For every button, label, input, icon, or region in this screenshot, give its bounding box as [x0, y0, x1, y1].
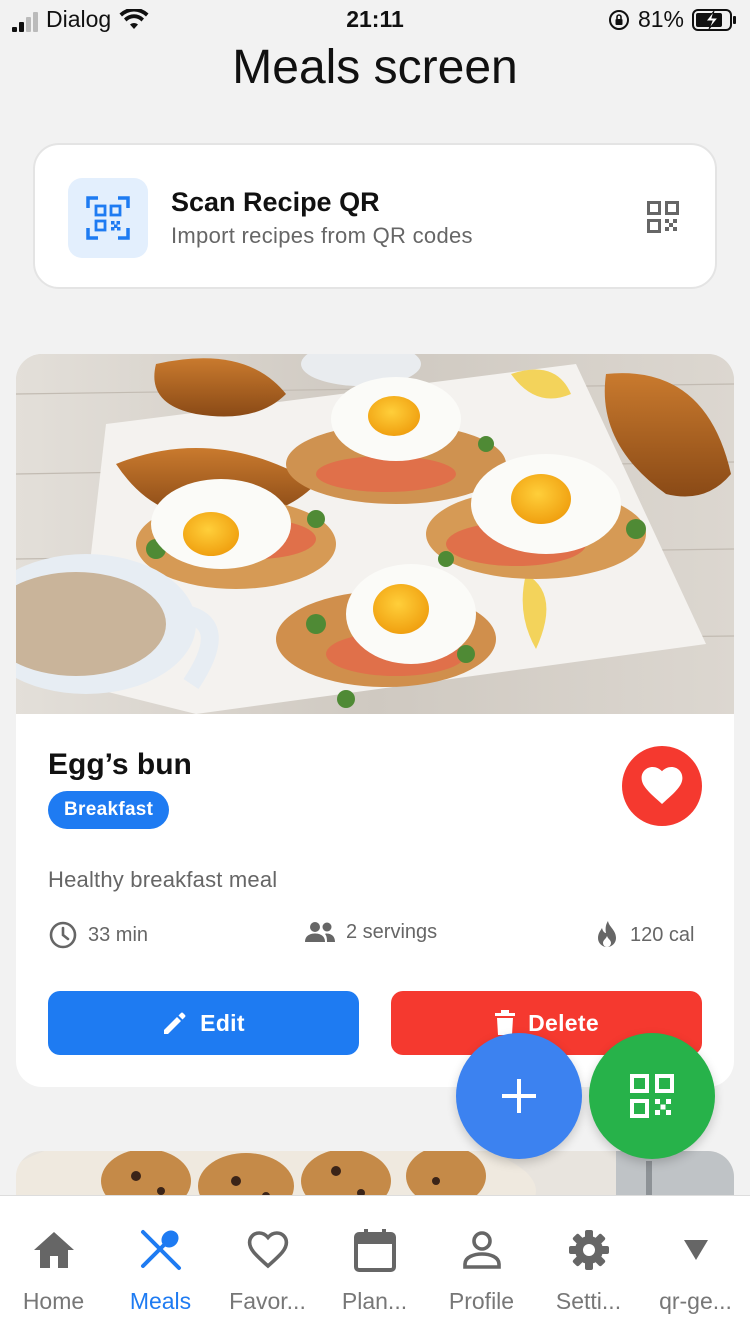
qr-scan-fab[interactable]: [589, 1033, 715, 1159]
category-badge: Breakfast: [48, 791, 170, 829]
tab-label: Favor...: [229, 1288, 306, 1314]
meal-description: Healthy breakfast meal: [48, 867, 278, 892]
person-icon: [428, 1226, 535, 1274]
battery-charging-icon: [692, 8, 736, 31]
qr-card-title: Scan Recipe QR: [171, 187, 380, 217]
tab-favorites[interactable]: Favor...: [214, 1196, 321, 1334]
delete-label: Delete: [528, 1009, 599, 1036]
qr-code-icon: [630, 1074, 674, 1118]
bottom-tab-bar: Home Meals Favor... Plan... Profile Sett…: [0, 1195, 750, 1334]
tab-label: Plan...: [341, 1288, 408, 1314]
add-meal-fab[interactable]: [456, 1033, 582, 1159]
prep-time-value: 33 min: [88, 923, 149, 946]
tab-settings[interactable]: Setti...: [535, 1196, 642, 1334]
tab-label: Setti...: [555, 1288, 622, 1314]
tab-meals[interactable]: Meals: [107, 1196, 214, 1334]
tab-planner[interactable]: Plan...: [321, 1196, 428, 1334]
status-right: 81%: [608, 6, 738, 33]
meal-image: [16, 354, 734, 714]
meal-name: Egg’s bun: [48, 748, 192, 781]
meal-card[interactable]: Egg’s bun Breakfast Healthy breakfast me…: [16, 354, 734, 1087]
servings: 2 servings: [304, 920, 437, 944]
edit-button[interactable]: Edit: [48, 991, 359, 1055]
gear-icon: [535, 1226, 642, 1274]
scan-recipe-qr-card[interactable]: Scan Recipe QR Import recipes from QR co…: [33, 143, 717, 289]
people-icon: [305, 922, 335, 942]
heart-icon: [641, 767, 683, 804]
tab-profile[interactable]: Profile: [428, 1196, 535, 1334]
rotation-lock-icon: [608, 9, 629, 30]
tab-home[interactable]: Home: [0, 1196, 107, 1334]
battery-percent: 81%: [637, 6, 684, 32]
tab-label: qr-ge...: [659, 1288, 732, 1314]
qr-scan-icon: [68, 178, 148, 258]
tab-label: Meals: [129, 1288, 192, 1314]
qr-code-icon: [647, 201, 679, 238]
calories-value: 120 cal: [630, 923, 695, 946]
prep-time: 33 min: [48, 920, 148, 950]
clock-icon: [49, 921, 77, 949]
calories: 120 cal: [594, 920, 695, 950]
tab-label: Home: [22, 1288, 85, 1314]
tab-label: Profile: [448, 1288, 515, 1314]
calendar-icon: [321, 1226, 428, 1274]
triangle-down-icon: [642, 1226, 749, 1274]
plus-icon: [502, 1079, 536, 1113]
trash-icon: [495, 1010, 516, 1035]
fork-knife-icon: [107, 1226, 214, 1274]
home-icon: [0, 1226, 107, 1274]
qr-card-subtitle: Import recipes from QR codes: [171, 223, 473, 248]
favorite-button[interactable]: [622, 746, 702, 826]
flame-icon: [598, 921, 616, 947]
status-bar: Dialog 21:11 81%: [0, 0, 750, 40]
heart-outline-icon: [214, 1226, 321, 1274]
page-title: Meals screen: [232, 41, 518, 94]
edit-label: Edit: [200, 1009, 245, 1036]
tab-qr-generator[interactable]: qr-ge...: [642, 1196, 749, 1334]
servings-value: 2 servings: [346, 920, 438, 943]
pencil-icon: [164, 1012, 186, 1034]
